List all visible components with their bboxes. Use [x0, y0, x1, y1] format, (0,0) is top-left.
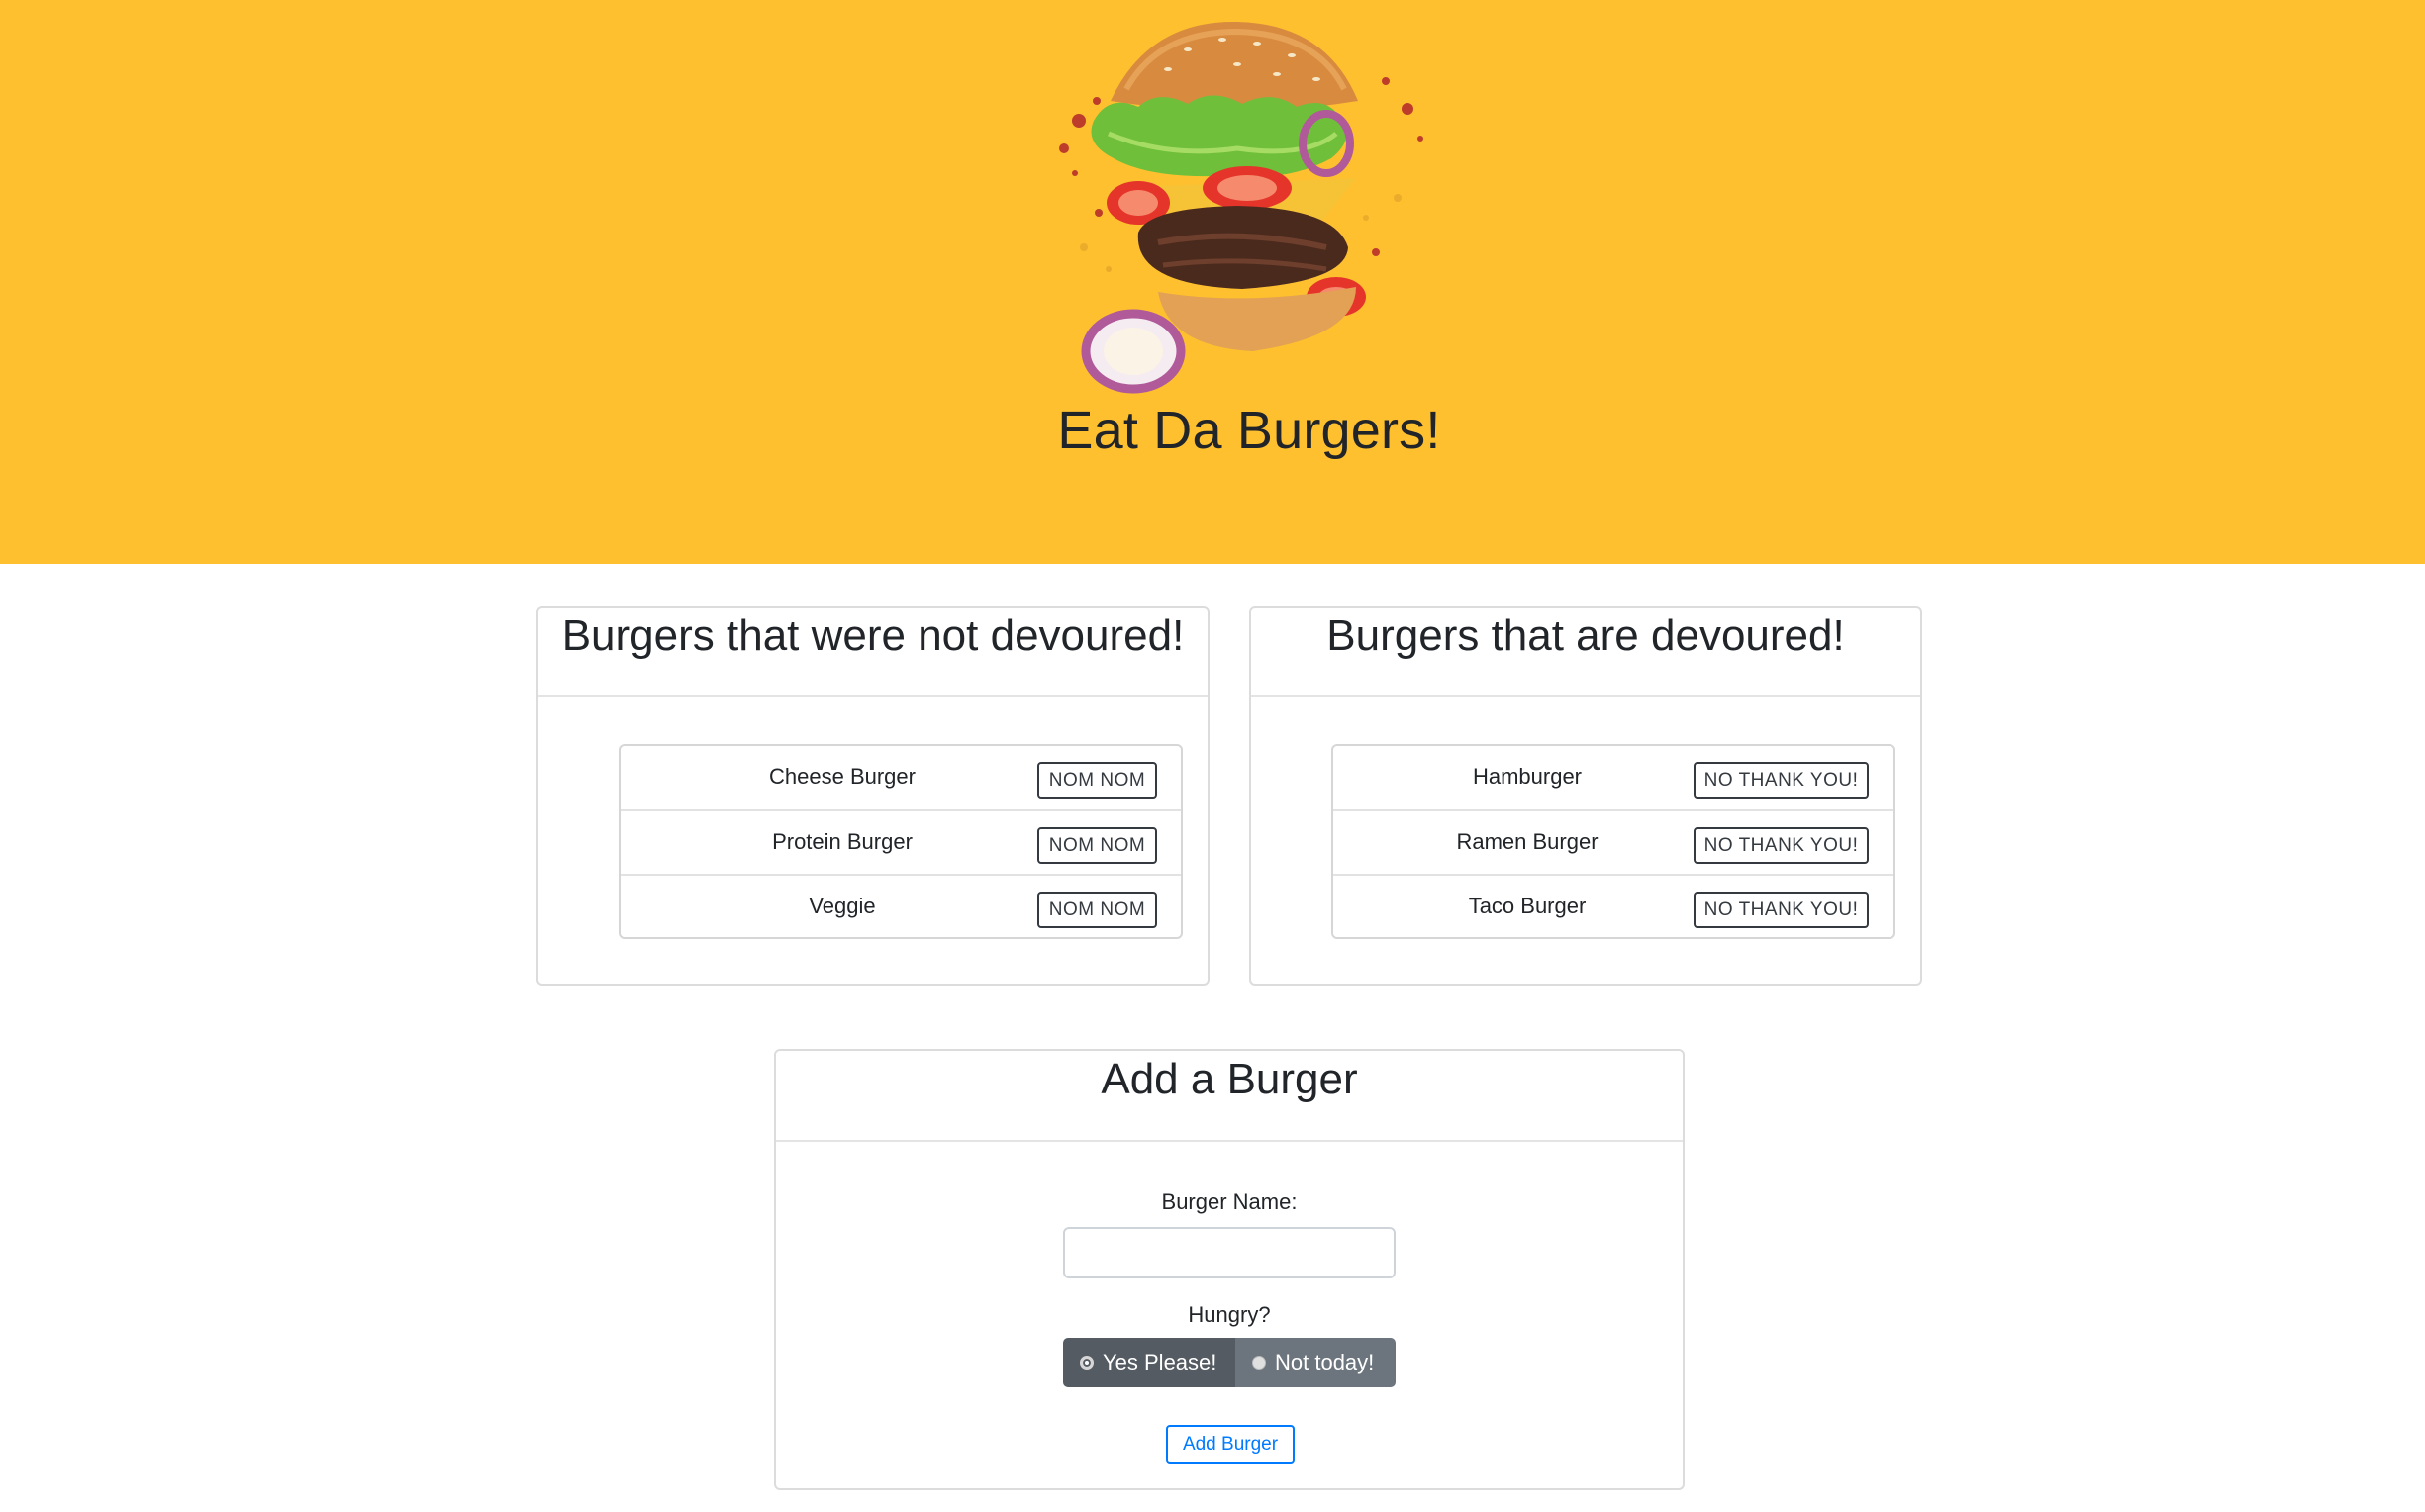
burger-name-input[interactable]	[1063, 1227, 1396, 1278]
burger-name-label: Burger Name:	[1161, 1189, 1298, 1214]
no-thank-you-button[interactable]: NO THANK YOU!	[1694, 892, 1869, 928]
nom-nom-button[interactable]: NOM NOM	[1037, 762, 1157, 799]
no-thank-you-button[interactable]: NO THANK YOU!	[1694, 827, 1869, 864]
burger-name: Veggie	[809, 894, 876, 918]
add-burger-card: Add a Burger Burger Name: Hungry? Yes Pl…	[774, 1049, 1685, 1490]
hero-banner: Eat Da Burgers!	[0, 0, 2425, 564]
burger-name: Cheese Burger	[769, 764, 916, 789]
list-item: Cheese Burger NOM NOM	[621, 746, 1181, 810]
not-today-option[interactable]: Not today!	[1235, 1338, 1396, 1387]
radio-selected-icon	[1080, 1356, 1094, 1370]
not-devoured-list: Cheese Burger NOM NOM Protein Burger NOM…	[619, 744, 1183, 939]
hungry-toggle: Yes Please! Not today!	[1063, 1338, 1396, 1387]
devoured-heading: Burgers that are devoured!	[1251, 608, 1920, 697]
page-title: Eat Da Burgers!	[1057, 401, 1441, 460]
yes-please-label: Yes Please!	[1103, 1350, 1217, 1374]
burger-icon	[1059, 21, 1423, 394]
radio-unselected-icon	[1252, 1356, 1266, 1370]
yes-please-option[interactable]: Yes Please!	[1063, 1338, 1235, 1387]
burger-name: Taco Burger	[1468, 894, 1587, 918]
not-today-label: Not today!	[1275, 1350, 1375, 1374]
not-devoured-card: Burgers that were not devoured! Cheese B…	[536, 606, 1210, 986]
devoured-card: Burgers that are devoured! Hamburger NO …	[1249, 606, 1922, 986]
list-item: Hamburger NO THANK YOU!	[1333, 746, 1893, 810]
no-thank-you-button[interactable]: NO THANK YOU!	[1694, 762, 1869, 799]
hungry-label: Hungry?	[1188, 1302, 1271, 1327]
list-item: Ramen Burger NO THANK YOU!	[1333, 809, 1893, 874]
list-item: Veggie NOM NOM	[621, 874, 1181, 938]
list-item: Taco Burger NO THANK YOU!	[1333, 874, 1893, 938]
list-item: Protein Burger NOM NOM	[621, 809, 1181, 874]
burger-image	[1039, 10, 1435, 406]
nom-nom-button[interactable]: NOM NOM	[1037, 892, 1157, 928]
burger-name: Protein Burger	[772, 829, 913, 854]
devoured-list: Hamburger NO THANK YOU! Ramen Burger NO …	[1331, 744, 1895, 939]
burger-name: Hamburger	[1472, 764, 1583, 789]
add-burger-button[interactable]: Add Burger	[1166, 1425, 1295, 1464]
nom-nom-button[interactable]: NOM NOM	[1037, 827, 1157, 864]
add-burger-heading: Add a Burger	[776, 1051, 1683, 1142]
not-devoured-heading: Burgers that were not devoured!	[538, 608, 1208, 697]
burger-name: Ramen Burger	[1456, 829, 1599, 854]
